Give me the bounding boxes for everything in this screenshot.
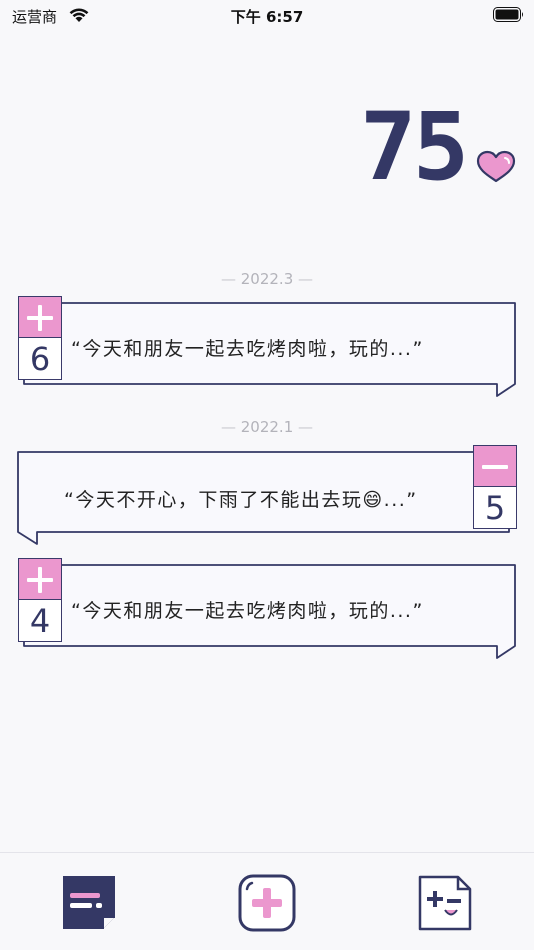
entry-text: “今天不开心，下雨了不能出去玩😄...” (64, 489, 418, 511)
add-plus-icon (238, 874, 296, 932)
points-badge: 6 (18, 296, 62, 380)
date-label: 2022.3 (240, 270, 294, 288)
points-value: 4 (18, 600, 62, 642)
status-bar: 运营商 下午 6:57 (0, 0, 534, 30)
points-value: 5 (473, 487, 517, 529)
points-value: 6 (18, 338, 62, 380)
battery-icon (493, 7, 523, 22)
plus-icon (18, 558, 62, 600)
total-score: 75 (360, 93, 469, 202)
tab-list[interactable] (58, 873, 118, 933)
date-separator: — 2022.1 — (220, 418, 314, 436)
date-label: 2022.1 (240, 418, 294, 436)
app-screen: 运营商 下午 6:57 75 — 2022.3 — 6 “今天和朋友一起去吃烤肉… (0, 0, 534, 950)
plus-icon (18, 296, 62, 338)
points-badge: 5 (473, 445, 517, 529)
entry-card[interactable]: 6 “今天和朋友一起去吃烤肉啦，玩的...” (0, 296, 534, 400)
plus-minus-icon (418, 875, 472, 931)
entry-card[interactable]: 5 “今天不开心，下雨了不能出去玩😄...” (0, 444, 534, 548)
heart-icon (476, 150, 516, 183)
entry-text: “今天和朋友一起去吃烤肉啦，玩的...” (71, 338, 424, 360)
points-badge: 4 (18, 558, 62, 642)
minus-icon (473, 445, 517, 487)
note-list-icon (63, 876, 115, 929)
date-separator: — 2022.3 — (220, 270, 314, 288)
tab-bar (0, 852, 534, 950)
entry-card[interactable]: 4 “今天和朋友一起去吃烤肉啦，玩的...” (0, 558, 534, 662)
entry-text: “今天和朋友一起去吃烤肉啦，玩的...” (71, 600, 424, 622)
status-time: 下午 6:57 (230, 8, 304, 26)
tab-add[interactable] (237, 873, 297, 933)
tab-calc[interactable] (414, 873, 474, 933)
